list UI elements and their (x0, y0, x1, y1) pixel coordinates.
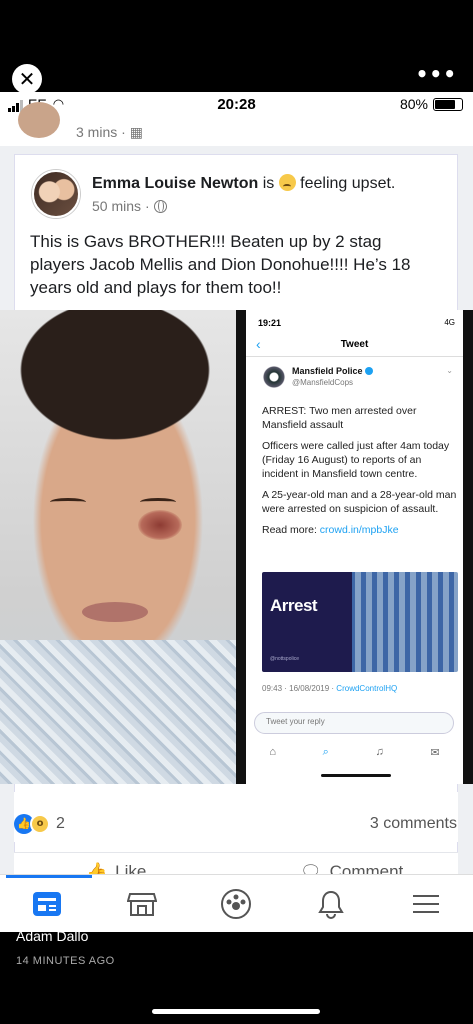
avatar[interactable] (32, 170, 80, 218)
globe-icon (153, 199, 167, 213)
tweet-reply-placeholder: Tweet your reply (266, 717, 325, 726)
post-header: Emma Louise Newton is feeling upset. (92, 174, 395, 193)
swollen-lip (82, 602, 148, 622)
home-icon: ⌂ (269, 746, 276, 758)
home-indicator[interactable] (152, 1009, 320, 1014)
post-time: 3 mins · ▦ (76, 124, 143, 140)
feeling-prefix: is (262, 175, 275, 192)
friends-icon: ▦ (129, 124, 143, 140)
avatar[interactable] (18, 102, 60, 138)
tweet-paragraph: A 25-year-old man and a 28-year-old man … (262, 489, 457, 515)
post-text: This is Gavs BROTHER!!! Beaten up by 2 s… (30, 232, 411, 297)
news-feed-icon (33, 891, 62, 916)
bruise (138, 510, 182, 540)
more-options-icon[interactable]: ••• (416, 62, 457, 86)
tweet-nav: ⌂ ⌕ ♫ ✉ (246, 740, 463, 764)
police-badge-icon (262, 365, 286, 389)
tweet-account-name: Mansfield Police (292, 366, 374, 376)
tweet-body: ARREST: Two men arrested over Mansfield … (262, 404, 458, 544)
groups-icon (221, 888, 252, 919)
tweet-paragraph: Officers were called just after 4am toda… (262, 440, 450, 480)
comments-count[interactable]: 3 comments (370, 815, 457, 833)
tweet-read-more: Read more: crowd.in/mpbJke (262, 524, 399, 536)
author-name[interactable]: Emma Louise Newton (92, 175, 258, 192)
facebook-screenshot: EE ◠ 20:28 80% 3 mins · ▦ Emma Louise Ne… (0, 92, 473, 932)
battery: 80% (400, 96, 463, 112)
tweet-status-time: 19:21 (258, 318, 282, 328)
tab-bar (0, 874, 473, 932)
card-title: Arrest (270, 596, 318, 615)
search-icon: ⌕ (322, 745, 329, 758)
notification-time: 14 MINUTES AGO (16, 955, 115, 967)
battery-icon (433, 97, 463, 111)
previous-post: 3 mins · ▦ (0, 102, 473, 146)
feeling: feeling upset. (300, 175, 396, 192)
mail-icon: ✉ (430, 746, 440, 759)
tab-groups[interactable] (216, 884, 256, 924)
verified-icon (365, 367, 374, 375)
tweet-client: CrowdControlHQ (336, 684, 398, 693)
post-photo[interactable]: 19:21 4G ‹ Tweet Mansfield Police @Mansf… (0, 310, 473, 784)
tweet-screenshot: 19:21 4G ‹ Tweet Mansfield Police @Mansf… (240, 310, 468, 784)
tweet-title: Tweet (340, 339, 369, 350)
tweet-account-handle: @MansfieldCops (292, 378, 354, 387)
tweet-link: crowd.in/mpbJke (319, 524, 399, 536)
post-time[interactable]: 50 mins (92, 198, 141, 214)
card-footer: @nottspolice (270, 656, 299, 662)
chevron-down-icon: ⌄ (446, 366, 453, 375)
tweet-paragraph: ARREST: Two men arrested over Mansfield … (262, 405, 417, 431)
wow-reaction-icon[interactable]: o (30, 814, 50, 834)
bell-icon: ♫ (375, 746, 384, 758)
active-tab-indicator (6, 875, 92, 878)
bell-icon (318, 890, 344, 919)
tab-menu[interactable] (406, 884, 446, 924)
battery-percent: 80% (399, 96, 428, 112)
tab-marketplace[interactable] (122, 884, 162, 924)
tweet-status-network: 4G (444, 318, 455, 327)
home-indicator (321, 774, 391, 777)
status-bar: EE ◠ 20:28 80% (0, 92, 473, 118)
marketplace-icon (126, 892, 157, 916)
notification-name: Adam Dallo (16, 928, 89, 944)
hospital-gown (0, 640, 236, 784)
closed-eye (140, 498, 176, 506)
close-icon[interactable]: ✕ (12, 64, 42, 94)
tab-news-feed[interactable] (27, 884, 67, 924)
post-meta: 50 mins · (92, 198, 167, 214)
reaction-count[interactable]: 2 (56, 815, 65, 833)
tweet-date: 09:43 · 16/08/2019 · CrowdControlHQ (262, 684, 398, 693)
tab-notifications[interactable] (311, 884, 351, 924)
closed-eye (50, 498, 86, 506)
sad-face-icon (278, 174, 296, 191)
hamburger-menu-icon (412, 894, 439, 913)
divider (246, 356, 463, 357)
